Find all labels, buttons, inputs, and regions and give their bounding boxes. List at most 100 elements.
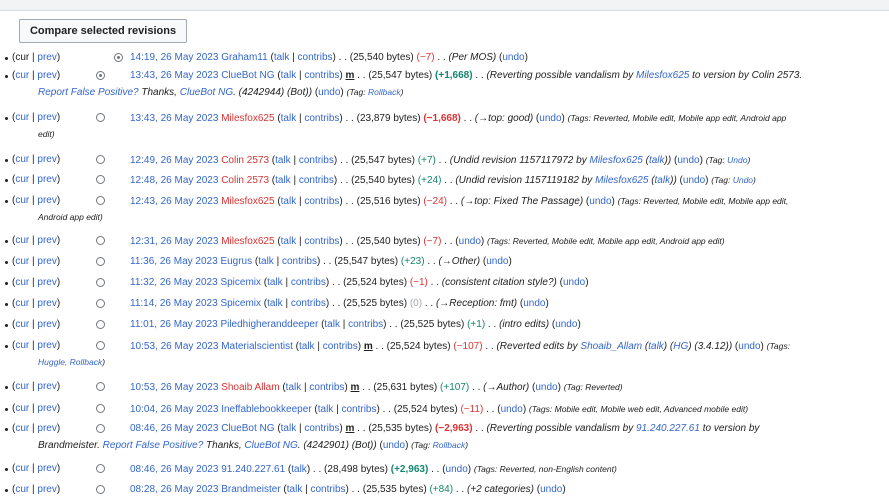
talk-link[interactable]: talk [275, 155, 291, 166]
revision-datetime-link[interactable]: 12:43, 26 May 2023 [130, 196, 218, 207]
contribs-link[interactable]: contribs [323, 341, 358, 352]
revision-datetime-link[interactable]: 10:53, 26 May 2023 [130, 382, 218, 393]
user-link[interactable]: Colin 2573 [221, 155, 269, 166]
comment-user-link[interactable]: 91.240.227.61 [636, 423, 700, 434]
revision-radio[interactable] [96, 299, 105, 308]
undo-link[interactable]: undo [540, 484, 562, 495]
revision-radio[interactable] [96, 236, 105, 245]
contribs-link[interactable]: contribs [304, 236, 339, 247]
user-link[interactable]: Milesfox625 [221, 196, 274, 207]
contribs-link[interactable]: contribs [341, 404, 376, 415]
contribs-link[interactable]: contribs [291, 298, 326, 309]
prev-link[interactable]: prev [37, 403, 56, 414]
prev-link[interactable]: prev [37, 463, 56, 474]
contribs-link[interactable]: contribs [310, 484, 345, 495]
report-false-positive-link[interactable]: Report False Positive? [38, 87, 139, 98]
cluebot-link[interactable]: ClueBot NG [244, 440, 297, 451]
compare-selected-revisions-button[interactable]: Compare selected revisions [19, 19, 187, 43]
tag-link[interactable]: Undo [727, 155, 747, 165]
comment-talk-link[interactable]: talk [648, 341, 664, 352]
user-link[interactable]: Brandmeister [221, 484, 280, 495]
cur-link[interactable]: cur [15, 195, 29, 206]
contribs-link[interactable]: contribs [304, 196, 339, 207]
cur-link[interactable]: cur [15, 154, 29, 165]
undo-link[interactable]: undo [459, 236, 481, 247]
talk-link[interactable]: talk [281, 236, 297, 247]
cluebot-link[interactable]: ClueBot NG [180, 87, 233, 98]
revision-radio[interactable] [96, 155, 105, 164]
cur-link[interactable]: cur [15, 484, 29, 495]
revision-datetime-link[interactable]: 12:48, 26 May 2023 [130, 175, 218, 186]
user-link[interactable]: Eugrus [220, 256, 252, 267]
revision-radio[interactable] [96, 257, 105, 266]
undo-link[interactable]: undo [563, 277, 585, 288]
undo-link[interactable]: undo [589, 196, 611, 207]
talk-link[interactable]: talk [281, 70, 297, 81]
prev-link[interactable]: prev [37, 154, 56, 165]
revision-radio[interactable] [96, 404, 105, 413]
talk-link[interactable]: talk [299, 341, 315, 352]
tag-link[interactable]: Huggle, Rollback [38, 357, 102, 367]
undo-link[interactable]: undo [486, 256, 508, 267]
talk-link[interactable]: talk [274, 52, 290, 63]
tag-link[interactable]: Rollback [368, 87, 401, 97]
comment-user-link[interactable]: Milesfox625 [595, 175, 648, 186]
prev-link[interactable]: prev [37, 277, 56, 288]
prev-link[interactable]: prev [37, 381, 56, 392]
user-link[interactable]: Milesfox625 [221, 113, 274, 124]
prev-link[interactable]: prev [37, 174, 56, 185]
talk-link[interactable]: talk [281, 196, 297, 207]
talk-link[interactable]: talk [324, 319, 340, 330]
revision-radio[interactable] [96, 464, 105, 473]
contribs-link[interactable]: contribs [348, 319, 383, 330]
prev-link[interactable]: prev [37, 340, 56, 351]
contribs-link[interactable]: contribs [304, 113, 339, 124]
talk-link[interactable]: talk [281, 113, 297, 124]
revision-datetime-link[interactable]: 08:46, 26 May 2023 [130, 464, 218, 475]
undo-link[interactable]: undo [539, 113, 561, 124]
talk-link[interactable]: talk [267, 298, 283, 309]
tag-link[interactable]: Undo [733, 175, 753, 185]
cur-link[interactable]: cur [15, 235, 29, 246]
user-link[interactable]: ClueBot NG [221, 70, 274, 81]
cur-link[interactable]: cur [15, 423, 29, 434]
user-link[interactable]: Colin 2573 [221, 175, 269, 186]
prev-link[interactable]: prev [37, 319, 56, 330]
prev-link[interactable]: prev [37, 298, 56, 309]
talk-link[interactable]: talk [281, 423, 297, 434]
prev-link[interactable]: prev [37, 70, 56, 81]
undo-link[interactable]: undo [683, 175, 705, 186]
prev-link[interactable]: prev [37, 235, 56, 246]
cur-link[interactable]: cur [15, 112, 29, 123]
user-link[interactable]: Spicemix [220, 298, 261, 309]
cur-link[interactable]: cur [15, 70, 29, 81]
contribs-link[interactable]: contribs [291, 277, 326, 288]
talk-link[interactable]: talk [287, 484, 303, 495]
report-false-positive-link[interactable]: Report False Positive? [103, 440, 204, 451]
cur-link[interactable]: cur [15, 298, 29, 309]
contribs-link[interactable]: contribs [299, 175, 334, 186]
revision-radio-new[interactable] [96, 71, 105, 80]
revision-radio[interactable] [96, 320, 105, 329]
undo-link[interactable]: undo [383, 440, 405, 451]
user-link[interactable]: ClueBot NG [221, 423, 274, 434]
user-link[interactable]: Ineffablebookkeeper [221, 404, 311, 415]
talk-link[interactable]: talk [275, 175, 291, 186]
prev-link[interactable]: prev [37, 195, 56, 206]
tag-link[interactable]: Rollback [433, 440, 466, 450]
talk-link[interactable]: talk [291, 464, 307, 475]
talk-link[interactable]: talk [318, 404, 334, 415]
revision-radio[interactable] [96, 175, 105, 184]
user-link[interactable]: 91.240.227.61 [221, 464, 285, 475]
contribs-link[interactable]: contribs [298, 52, 333, 63]
contribs-link[interactable]: contribs [309, 382, 344, 393]
talk-link[interactable]: talk [258, 256, 274, 267]
comment-talk-link[interactable]: talk [649, 155, 665, 166]
revision-radio-old[interactable] [114, 53, 123, 62]
user-link[interactable]: Milesfox625 [221, 236, 274, 247]
cur-link[interactable]: cur [15, 381, 29, 392]
revision-datetime-link[interactable]: 11:14, 26 May 2023 [130, 298, 218, 309]
undo-link[interactable]: undo [523, 298, 545, 309]
prev-link[interactable]: prev [37, 52, 56, 63]
cur-link[interactable]: cur [15, 277, 29, 288]
